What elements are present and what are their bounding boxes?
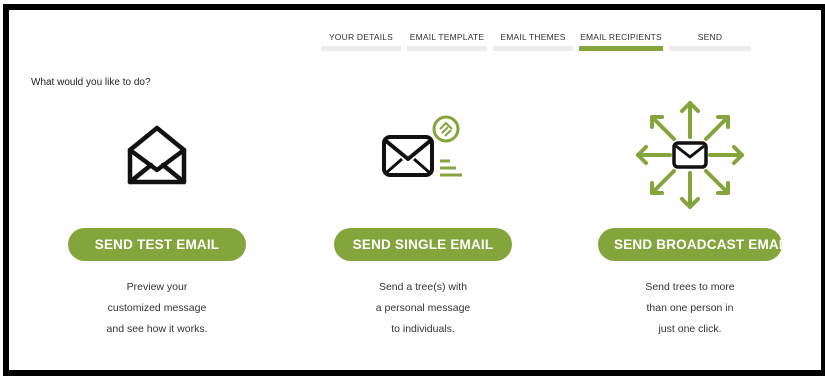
send-broadcast-email-button[interactable]: SEND BROADCAST EMAIL bbox=[598, 228, 782, 261]
send-single-email-button[interactable]: SEND SINGLE EMAIL bbox=[334, 228, 512, 261]
description-line: to individuals. bbox=[391, 323, 455, 335]
step-progress-bar bbox=[321, 46, 401, 51]
option-description: Send a tree(s) with a personal message t… bbox=[376, 277, 471, 340]
step-email-themes[interactable]: EMAIL THEMES bbox=[493, 30, 573, 51]
step-progress-bar bbox=[493, 46, 573, 51]
step-progress-bar-active bbox=[579, 46, 663, 51]
send-test-email-button[interactable]: SEND TEST EMAIL bbox=[68, 228, 246, 261]
option-description: Preview your customized message and see … bbox=[107, 277, 208, 340]
step-email-template[interactable]: EMAIL TEMPLATE bbox=[407, 30, 487, 51]
step-label: EMAIL TEMPLATE bbox=[409, 32, 485, 42]
envelope-open-icon bbox=[67, 90, 247, 220]
page-frame: YOUR DETAILS EMAIL TEMPLATE EMAIL THEMES… bbox=[3, 4, 825, 376]
step-send[interactable]: SEND bbox=[669, 30, 751, 51]
description-line: than one person in bbox=[646, 302, 734, 314]
option-description: Send trees to more than one person in ju… bbox=[645, 277, 734, 340]
step-label: EMAIL RECIPIENTS bbox=[580, 32, 662, 42]
step-label: YOUR DETAILS bbox=[328, 32, 394, 42]
description-line: Send trees to more bbox=[645, 281, 735, 293]
description-line: Send a tree(s) with bbox=[378, 281, 468, 293]
step-your-details[interactable]: YOUR DETAILS bbox=[321, 30, 401, 51]
description-line: just one click. bbox=[658, 323, 722, 335]
description-line: Preview your bbox=[126, 281, 188, 293]
step-label: SEND bbox=[697, 32, 723, 42]
option-single-email: SEND SINGLE EMAIL Send a tree(s) with a … bbox=[332, 90, 514, 340]
description-line: a personal message bbox=[375, 302, 471, 314]
step-progress-bar bbox=[407, 46, 487, 51]
option-test-email: SEND TEST EMAIL Preview your customized … bbox=[67, 90, 247, 340]
envelope-broadcast-icon bbox=[595, 90, 785, 220]
step-email-recipients[interactable]: EMAIL RECIPIENTS bbox=[579, 30, 663, 51]
description-line: and see how it works. bbox=[106, 323, 208, 335]
step-label: EMAIL THEMES bbox=[500, 32, 566, 42]
progress-steps: YOUR DETAILS EMAIL TEMPLATE EMAIL THEMES… bbox=[321, 30, 757, 51]
page-prompt: What would you like to do? bbox=[31, 77, 151, 88]
step-progress-bar bbox=[669, 46, 751, 51]
description-line: customized message bbox=[107, 302, 207, 314]
envelope-single-icon bbox=[332, 90, 514, 220]
option-broadcast-email: SEND BROADCAST EMAIL Send trees to more … bbox=[595, 90, 785, 340]
